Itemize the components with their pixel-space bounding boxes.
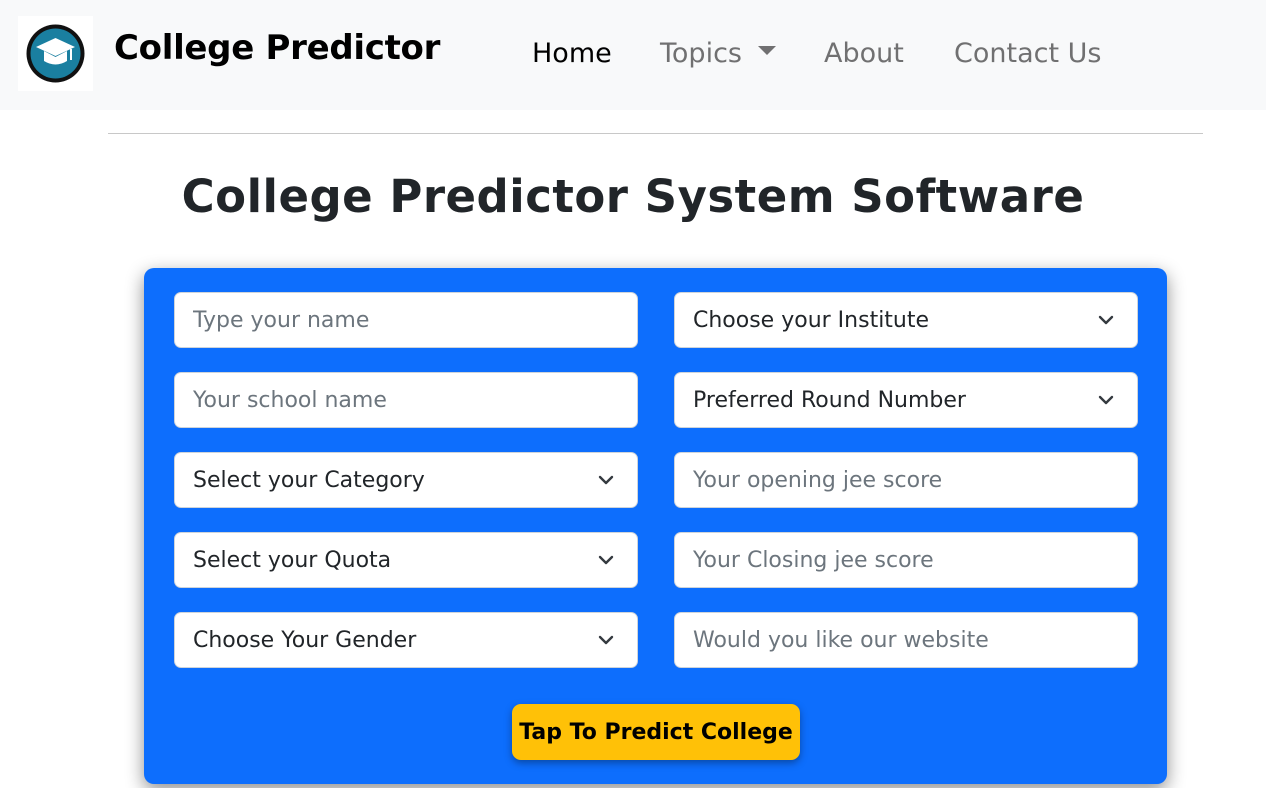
brand-logo[interactable] bbox=[18, 16, 93, 91]
navbar: College Predictor Home Topics About Cont… bbox=[0, 0, 1266, 110]
round-select-value: Preferred Round Number bbox=[693, 387, 966, 413]
institute-select-value: Choose your Institute bbox=[693, 307, 930, 333]
closing-score-input[interactable] bbox=[674, 532, 1138, 588]
category-select-value: Select your Category bbox=[193, 467, 425, 493]
divider bbox=[108, 133, 1203, 134]
chevron-down-icon bbox=[1098, 315, 1114, 325]
chevron-down-icon bbox=[598, 475, 614, 485]
nav-link-contact[interactable]: Contact Us bbox=[954, 38, 1101, 69]
graduation-cap-icon bbox=[26, 24, 85, 83]
chevron-down-icon bbox=[1098, 395, 1114, 405]
quota-select-value: Select your Quota bbox=[193, 547, 392, 573]
page-title: College Predictor System Software bbox=[181, 170, 1085, 223]
nav-link-about[interactable]: About bbox=[824, 38, 904, 69]
chevron-down-icon bbox=[598, 635, 614, 645]
gender-select-value: Choose Your Gender bbox=[193, 627, 417, 653]
prediction-form: Select your Category Select your Quota C… bbox=[144, 268, 1167, 784]
predict-college-button[interactable]: Tap To Predict College bbox=[512, 704, 800, 760]
school-input[interactable] bbox=[174, 372, 638, 428]
round-select[interactable]: Preferred Round Number bbox=[674, 372, 1138, 428]
nav-dropdown-topics[interactable]: Topics bbox=[660, 38, 776, 69]
website-feedback-input[interactable] bbox=[674, 612, 1138, 668]
opening-score-input[interactable] bbox=[674, 452, 1138, 508]
institute-select[interactable]: Choose your Institute bbox=[674, 292, 1138, 348]
gender-select[interactable]: Choose Your Gender bbox=[174, 612, 638, 668]
caret-down-icon bbox=[757, 46, 776, 55]
name-input[interactable] bbox=[174, 292, 638, 348]
category-select[interactable]: Select your Category bbox=[174, 452, 638, 508]
chevron-down-icon bbox=[598, 555, 614, 565]
brand-name[interactable]: College Predictor bbox=[114, 28, 440, 68]
nav-link-home[interactable]: Home bbox=[532, 38, 612, 69]
quota-select[interactable]: Select your Quota bbox=[174, 532, 638, 588]
nav-topics-label: Topics bbox=[660, 38, 742, 69]
